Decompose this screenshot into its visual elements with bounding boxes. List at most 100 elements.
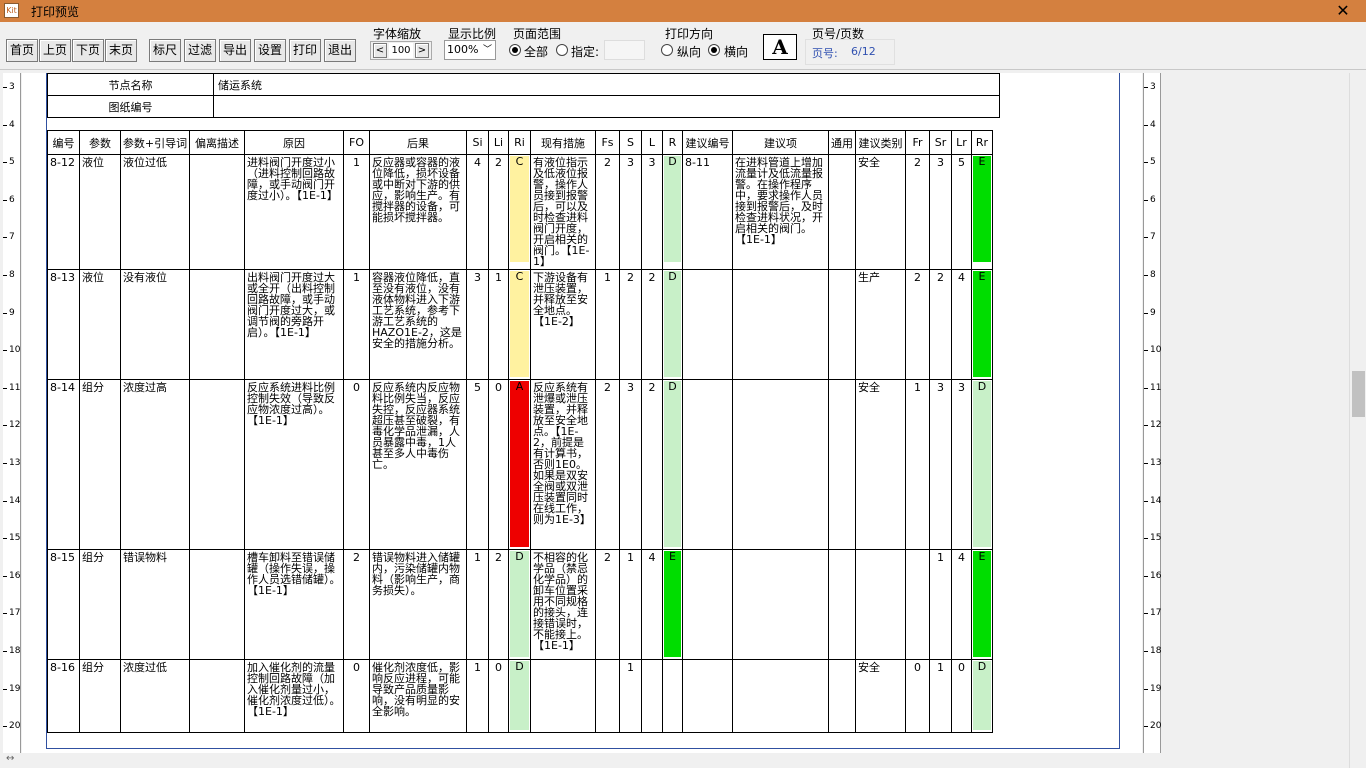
range-specify-label: 指定: <box>571 45 600 59</box>
landscape-radio[interactable] <box>708 44 720 56</box>
cell-ri: C <box>508 269 531 380</box>
cell-fo: 1 <box>343 154 370 270</box>
font-icon[interactable]: A <box>763 34 797 60</box>
cell-fo: 0 <box>343 379 370 550</box>
ruler-tick-label: 11 <box>1150 382 1162 393</box>
zoom-select[interactable]: 100% ﹀ <box>444 40 496 60</box>
close-icon[interactable]: ✕ <box>1332 0 1354 22</box>
ruler-tick-label: 5 <box>9 157 15 168</box>
cell-fs: 2 <box>595 549 620 660</box>
column-header: Rr <box>971 130 993 155</box>
cell-lr: 3 <box>951 379 972 550</box>
hazop-table: 编号 参数 参数+引导词 偏离描述 原因 FO 后果 Si Li Ri 现有措施 Fs S L R 建议编号建… <box>47 130 993 733</box>
cell-dev <box>189 154 245 270</box>
print-button[interactable]: 打印 <box>289 39 321 62</box>
ruler-tick-label: 5 <box>1150 157 1156 168</box>
right-ruler: 3 4 5 6 7 8 9 10 11 12 13 14 15 16 17 18 19 20 <box>1143 73 1161 753</box>
cell-sug <box>732 659 829 733</box>
cell-l <box>641 659 663 733</box>
cell-param: 组分 <box>79 549 121 660</box>
chevron-down-icon: ﹀ <box>482 45 492 55</box>
ruler-tick-label: 4 <box>9 119 15 130</box>
next-page-button[interactable]: 下页 <box>72 39 104 62</box>
node-value: 储运系统 <box>213 73 1000 96</box>
table-row: 8-12 液位 液位过低 进料阀门开度过小（进料控制回路故障，或手动阀门开度过小）。【… <box>47 154 993 270</box>
scrollbar-thumb[interactable] <box>1352 371 1365 417</box>
title-bar: Kit 打印预览 ✕ <box>0 0 1366 22</box>
cell-r: D <box>662 154 683 270</box>
risk-level-rr: E <box>973 551 991 657</box>
column-header: 建议类别 <box>855 130 906 155</box>
cell-l: 2 <box>641 379 663 550</box>
cell-sug_id <box>682 549 733 660</box>
landscape-label: 横向 <box>724 45 749 59</box>
column-header: R <box>662 130 683 155</box>
toolbar: 首页 上页 下页 末页 标尺 过滤 导出 设置 打印 退出 字体缩放 < 100… <box>0 22 1366 70</box>
range-input[interactable] <box>604 40 645 60</box>
cell-li: 0 <box>488 379 509 550</box>
cell-fr: 2 <box>905 269 930 380</box>
ruler-tick-label: 9 <box>1150 307 1156 318</box>
cell-cat <box>855 549 906 660</box>
cell-dev <box>189 659 245 733</box>
cell-dev <box>189 549 245 660</box>
cell-fr <box>905 549 930 660</box>
cell-cause: 反应系统进料比例控制失效（导致反应物浓度过高）。【1E-1】 <box>244 379 344 550</box>
cell-fr: 2 <box>905 154 930 270</box>
ruler-tick-label: 7 <box>1150 232 1156 243</box>
cell-sug_id <box>682 659 733 733</box>
cell-l: 3 <box>641 154 663 270</box>
cell-dev <box>189 379 245 550</box>
cell-li: 2 <box>488 549 509 660</box>
cell-sug <box>732 269 829 380</box>
ruler-tick-label: 4 <box>1150 119 1156 130</box>
portrait-radio[interactable] <box>661 44 673 56</box>
risk-level-ri: A <box>510 381 529 547</box>
risk-level-ri: C <box>510 156 529 262</box>
risk-level-r: D <box>664 156 681 262</box>
zoom-value: 100% <box>447 43 479 56</box>
filter-button[interactable]: 过滤 <box>184 39 216 62</box>
font-decrease-button[interactable]: < <box>373 43 387 58</box>
cell-cat: 安全 <box>855 154 906 270</box>
cell-cause: 槽车卸料至错误储罐（操作失误，操作人员选错储罐）。【1E-1】 <box>244 549 344 660</box>
last-page-button[interactable]: 末页 <box>105 39 137 62</box>
header-table: 节点名称 储运系统 图纸编号 <box>47 73 1000 118</box>
cell-dev <box>189 269 245 380</box>
cell-lr: 0 <box>951 659 972 733</box>
risk-level-ri: D <box>510 661 529 730</box>
cell-si: 1 <box>466 659 489 733</box>
range-specify-radio[interactable] <box>556 44 568 56</box>
ruler-tick-label: 17 <box>9 608 21 619</box>
column-header: S <box>619 130 642 155</box>
column-header: 参数 <box>79 130 121 155</box>
font-increase-button[interactable]: > <box>415 43 429 58</box>
risk-level-r: E <box>664 551 681 657</box>
export-button[interactable]: 导出 <box>219 39 251 62</box>
cell-param: 组分 <box>79 659 121 733</box>
cell-fr: 0 <box>905 659 930 733</box>
cell-gen <box>828 379 856 550</box>
cell-sr: 1 <box>929 659 952 733</box>
column-header: 建议编号 <box>682 130 733 155</box>
ruler-tick-label: 13 <box>1150 458 1162 468</box>
first-page-button[interactable]: 首页 <box>6 39 38 62</box>
prev-page-button[interactable]: 上页 <box>39 39 71 62</box>
ruler-tick-label: 3 <box>1150 82 1156 92</box>
ruler-button[interactable]: 标尺 <box>149 39 181 62</box>
range-all-radio[interactable] <box>509 44 521 56</box>
font-scale-input[interactable]: 100 <box>389 43 413 58</box>
pagenum-box: 页号: 6/12 <box>805 39 895 65</box>
cell-id: 8-16 <box>47 659 80 733</box>
exit-button[interactable]: 退出 <box>324 39 356 62</box>
cell-sug_id: 8-11 <box>682 154 733 270</box>
settings-button[interactable]: 设置 <box>254 39 286 62</box>
ruler-tick-label: 6 <box>1150 194 1156 205</box>
cell-gen <box>828 154 856 270</box>
app-icon: Kit <box>4 3 19 18</box>
ruler-tick-label: 10 <box>9 345 21 356</box>
cell-guide: 浓度过高 <box>120 379 190 550</box>
vertical-scrollbar[interactable] <box>1349 73 1366 768</box>
ruler-tick-label: 7 <box>9 232 15 243</box>
cell-cat: 安全 <box>855 659 906 733</box>
